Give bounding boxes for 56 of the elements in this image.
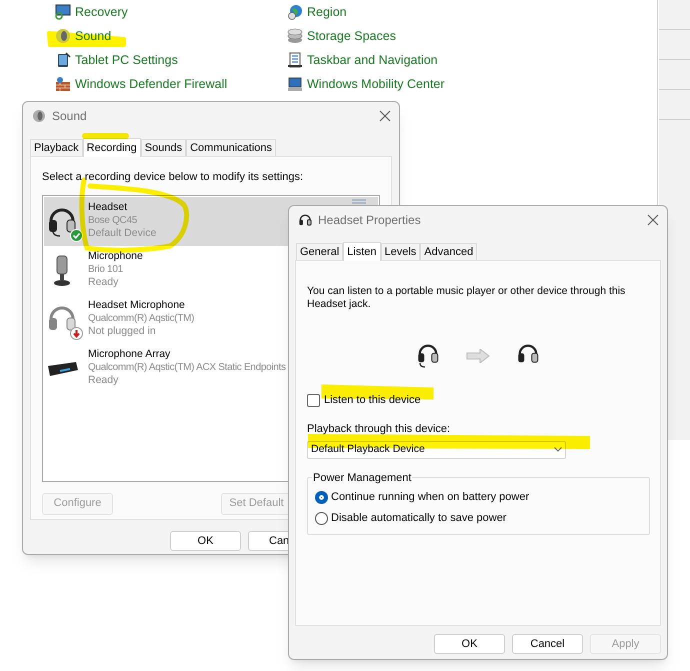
speaker-icon <box>55 28 71 44</box>
ok-button[interactable]: OK <box>170 531 241 551</box>
chevron-down-icon <box>554 447 562 452</box>
device-detail: Qualcomm(R) Aqstic(TM) <box>88 312 194 324</box>
tab[interactable]: Playback <box>30 139 83 156</box>
tab[interactable]: Recording <box>82 138 141 157</box>
tab[interactable]: Advanced <box>420 243 478 260</box>
laptop-icon <box>287 76 303 92</box>
device-detail: Bose QC45 <box>88 214 138 226</box>
device-name: Headset <box>88 200 128 214</box>
highlighter-mark <box>82 133 129 139</box>
control-panel-link[interactable]: Windows Defender Firewall <box>75 74 228 94</box>
control-panel-link[interactable]: Storage Spaces <box>307 26 396 46</box>
globe-icon <box>287 4 303 20</box>
radio-label: Disable automatically to save power <box>331 511 506 526</box>
ok-button[interactable]: OK <box>434 634 505 654</box>
close-icon <box>379 110 391 122</box>
cancel-button[interactable]: Cancel <box>512 634 583 654</box>
close-icon <box>647 214 659 226</box>
radio-button[interactable] <box>315 491 328 504</box>
list-icon <box>287 52 303 68</box>
right-arrow-icon <box>466 349 490 363</box>
speaker-icon <box>32 108 46 122</box>
description-text: You can listen to a portable music player or other device through this Headset jack. <box>307 285 626 311</box>
control-panel-link[interactable]: Region <box>307 2 347 22</box>
device-status: Default Device <box>88 226 156 240</box>
control-panel-link[interactable]: Windows Mobility Center <box>307 74 445 94</box>
monitor-icon <box>55 4 71 20</box>
device-name: Microphone <box>88 250 143 262</box>
radio-button[interactable] <box>315 512 328 525</box>
level-meter-icon <box>352 198 366 206</box>
disk-stack-icon <box>287 28 303 44</box>
tab[interactable]: Listen <box>343 242 380 261</box>
control-panel-link[interactable]: Tablet PC Settings <box>75 50 178 70</box>
device-detail: Qualcomm(R) Aqstic(TM) ACX Static Endpoints <box>88 360 286 374</box>
control-panel-link[interactable]: Recovery <box>75 2 128 22</box>
device-status: Ready <box>88 374 120 386</box>
control-panel-link[interactable]: Taskbar and Navigation <box>307 50 438 70</box>
device-status: Ready <box>88 276 120 288</box>
tablet-icon <box>55 52 71 68</box>
device-detail: Brio 101 <box>88 262 124 276</box>
tab[interactable]: General <box>296 243 344 260</box>
device-name: Headset Microphone <box>88 298 186 312</box>
brick-wall-icon <box>55 76 71 92</box>
headset-icon <box>298 212 312 226</box>
checkbox[interactable] <box>307 394 320 406</box>
radio-label: Continue running when on battery power <box>331 490 530 506</box>
tab[interactable]: Levels <box>380 243 420 260</box>
tab[interactable]: Communications <box>186 139 276 156</box>
tab[interactable]: Sounds <box>140 139 186 156</box>
device-name: Microphone Array <box>88 348 172 360</box>
headset-icon <box>416 342 440 370</box>
window-title: Sound <box>52 108 87 124</box>
device-status: Not plugged in <box>88 324 157 338</box>
instruction-text: Select a recording device below to modify its settings: <box>42 170 304 185</box>
field-label: Playback through this device: <box>307 422 452 437</box>
